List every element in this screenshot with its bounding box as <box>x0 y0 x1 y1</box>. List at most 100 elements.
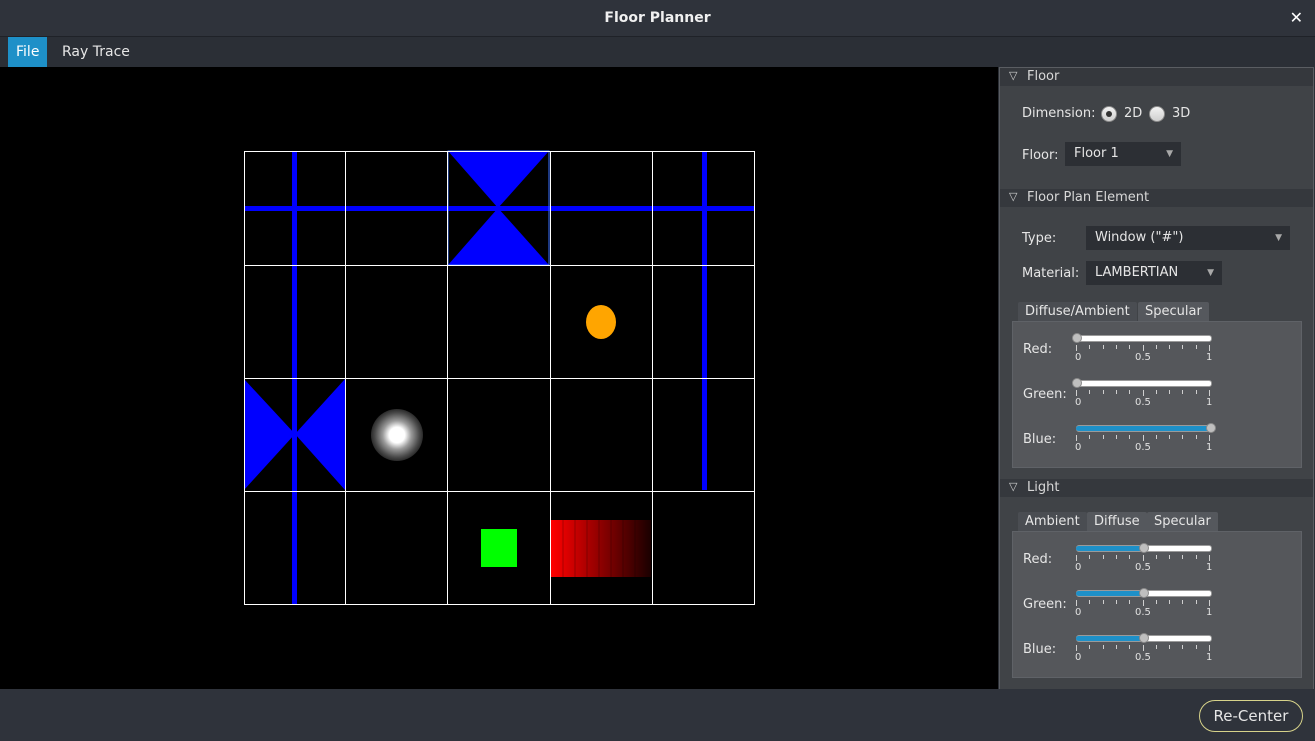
slider-tick-label: 0 <box>1075 352 1082 363</box>
slider-ticks <box>1076 390 1210 396</box>
slider-tick <box>1169 390 1170 394</box>
slider-tick-label: 0.5 <box>1135 352 1151 363</box>
floor-section-title: Floor <box>1027 69 1060 84</box>
light-color-tab-body: Red: 0 0.5 1 Green: 0 0.5 1 Blue: 0 0.5 1 <box>1012 531 1302 678</box>
slider-tick <box>1169 435 1170 439</box>
menu-ray-trace[interactable]: Ray Trace <box>54 37 138 67</box>
slider-tick <box>1169 555 1170 559</box>
slider-tick <box>1089 555 1090 559</box>
slider-ticks <box>1076 645 1210 651</box>
slider-tick <box>1209 390 1210 396</box>
floor-section-header[interactable]: ▽ Floor <box>1000 68 1313 86</box>
slider-tick <box>1116 435 1117 439</box>
menu-file[interactable]: File <box>8 37 48 67</box>
slider-tick <box>1076 435 1077 441</box>
slider-tick <box>1209 645 1210 651</box>
slider-thumb[interactable] <box>1072 333 1082 343</box>
slider-tick <box>1089 645 1090 649</box>
slider-tick <box>1182 435 1183 439</box>
slider-tick <box>1156 645 1157 649</box>
close-icon[interactable]: ✕ <box>1290 8 1303 27</box>
slider-tick <box>1089 435 1090 439</box>
light-blue-slider[interactable]: 0 0.5 1 <box>1075 633 1212 667</box>
slider-tick <box>1103 645 1104 649</box>
floor-select-value: Floor 1 <box>1074 146 1119 161</box>
chevron-down-icon: ▽ <box>1009 190 1018 203</box>
red-gradient-object[interactable] <box>551 520 651 577</box>
light-bulb-object[interactable] <box>371 409 423 461</box>
light-blue-label: Blue: <box>1023 642 1057 657</box>
type-select-value: Window ("#") <box>1095 230 1184 245</box>
element-color-tab-body: Red: 0 0.5 1 Green: 0 0.5 1 Blue: 0 0.5 1 <box>1012 321 1302 468</box>
slider-tick-label: 1 <box>1206 352 1213 363</box>
slider-tick <box>1103 435 1104 439</box>
green-object[interactable] <box>481 529 517 567</box>
dropdown-arrow-icon: ▼ <box>1275 233 1282 243</box>
light-red-slider[interactable]: 0 0.5 1 <box>1075 543 1212 577</box>
slider-fill <box>1076 636 1143 641</box>
slider-tick <box>1196 390 1197 394</box>
floor-label: Floor: <box>1022 148 1059 163</box>
slider-tick <box>1143 345 1144 351</box>
slider-tick-label: 0.5 <box>1135 397 1151 408</box>
slider-tick <box>1076 645 1077 651</box>
floor-plan-canvas[interactable] <box>0 67 998 689</box>
radio-2d[interactable] <box>1101 106 1117 122</box>
slider-tick <box>1129 390 1130 394</box>
slider-tick-label: 0.5 <box>1135 562 1151 573</box>
slider-tick <box>1156 390 1157 394</box>
slider-tick <box>1209 345 1210 351</box>
floor-plan-svg[interactable] <box>0 67 998 689</box>
radio-3d[interactable] <box>1149 106 1165 122</box>
light-section-header[interactable]: ▽ Light <box>1000 479 1313 497</box>
slider-tick-label: 0 <box>1075 562 1082 573</box>
slider-thumb[interactable] <box>1139 543 1149 553</box>
slider-tick <box>1169 345 1170 349</box>
tab-diffuse-ambient[interactable]: Diffuse/Ambient <box>1018 302 1137 322</box>
slider-tick <box>1116 345 1117 349</box>
tab-ambient[interactable]: Ambient <box>1018 512 1087 532</box>
slider-tick <box>1196 435 1197 439</box>
slider-tick-label: 0 <box>1075 397 1082 408</box>
slider-tick <box>1103 555 1104 559</box>
slider-track[interactable] <box>1076 380 1212 387</box>
slider-tick <box>1129 555 1130 559</box>
slider-tick <box>1076 390 1077 396</box>
element-green-slider[interactable]: 0 0.5 1 <box>1072 378 1212 412</box>
bottom-bar: Re-Center <box>0 689 1315 741</box>
slider-thumb[interactable] <box>1139 588 1149 598</box>
slider-tick <box>1116 555 1117 559</box>
material-select[interactable]: LAMBERTIAN ▼ <box>1086 261 1222 285</box>
tab-light-specular[interactable]: Specular <box>1147 512 1218 532</box>
slider-tick <box>1089 390 1090 394</box>
wall-vertical-right <box>702 152 707 490</box>
chevron-down-icon: ▽ <box>1009 69 1018 82</box>
material-select-value: LAMBERTIAN <box>1095 265 1179 280</box>
element-red-slider[interactable]: 0 0.5 1 <box>1072 333 1213 367</box>
slider-thumb[interactable] <box>1206 423 1216 433</box>
light-green-slider[interactable]: 0 0.5 1 <box>1075 588 1213 622</box>
slider-tick <box>1143 435 1144 441</box>
tab-diffuse[interactable]: Diffuse <box>1087 512 1147 532</box>
slider-tick <box>1182 345 1183 349</box>
slider-tick <box>1103 345 1104 349</box>
slider-track[interactable] <box>1076 335 1212 342</box>
slider-ticks <box>1076 600 1210 606</box>
orange-light-object[interactable] <box>586 305 616 339</box>
element-green-label: Green: <box>1023 387 1067 402</box>
element-blue-slider[interactable]: 0 0.5 1 <box>1075 423 1216 457</box>
type-select[interactable]: Window ("#") ▼ <box>1086 226 1290 250</box>
re-center-button[interactable]: Re-Center <box>1199 700 1303 732</box>
slider-tick <box>1156 600 1157 604</box>
element-section-title: Floor Plan Element <box>1027 190 1150 205</box>
element-section-header[interactable]: ▽ Floor Plan Element <box>1000 189 1313 207</box>
slider-tick-label: 1 <box>1206 607 1213 618</box>
slider-thumb[interactable] <box>1072 378 1082 388</box>
tab-specular[interactable]: Specular <box>1138 302 1209 322</box>
slider-fill <box>1076 426 1210 431</box>
slider-tick <box>1103 600 1104 604</box>
floor-select[interactable]: Floor 1 ▼ <box>1065 142 1181 166</box>
window-title: Floor Planner <box>604 10 711 26</box>
slider-thumb[interactable] <box>1139 633 1149 643</box>
slider-tick <box>1156 555 1157 559</box>
